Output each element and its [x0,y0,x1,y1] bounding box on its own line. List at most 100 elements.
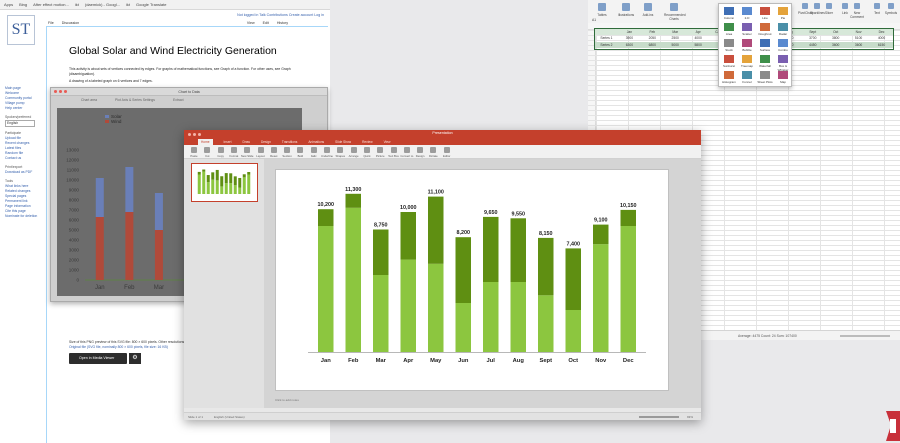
bar-upper-may[interactable] [428,196,444,264]
site-logo[interactable]: ST [7,15,35,45]
ribbon-layout[interactable]: Layout [254,147,268,158]
ribbon-cut[interactable]: Cut [200,147,214,158]
chart-type-funnel[interactable]: Funnel [739,71,755,84]
ribbon-underline[interactable]: Underline [320,147,334,158]
bar-lower-feb[interactable] [345,207,362,352]
bookmark-daemick-googl[interactable]: (daemick) - Googl... [85,2,120,7]
table-cell[interactable]: 5800 [687,42,710,48]
ribbon-add-ins[interactable]: Add-ins [638,3,658,17]
bar-upper-oct[interactable] [565,248,582,310]
chart-type-line[interactable]: Line [757,7,773,20]
bar-lower-oct[interactable] [565,310,582,352]
bar-upper-jan[interactable] [318,209,334,226]
ribbon-format[interactable]: Format [227,147,241,158]
chart-type-histogram[interactable]: Histogram [721,71,737,84]
open-media-viewer-button[interactable]: Open in Media Viewer [69,353,127,364]
notes-placeholder[interactable]: Click to add notes [275,398,675,406]
bar-lower-may[interactable] [428,263,444,352]
table-cell[interactable]: 6800 [641,42,664,48]
slide-canvas[interactable]: 10,200 Jan 11,300 Feb 8,750 Mar 10,000 Apr 11,10… [275,169,669,391]
dialog-tool-plot-axis-series-settings[interactable]: Plot Axis & Series Settings [115,98,155,102]
ribbon-shapes[interactable]: Shapes [333,147,347,158]
zoom-level[interactable]: 93% [687,415,693,419]
chart-type-box-whisker[interactable]: Box & Whisker [775,55,791,72]
ribbon-picture[interactable]: Picture [373,147,387,158]
ribbon-paste[interactable]: Paste [187,147,201,158]
bar-lower-mar[interactable] [373,275,389,352]
chart-type-area[interactable]: Area [721,23,737,36]
table-cell[interactable]: 3600 [824,42,847,48]
table-cell[interactable]: 6150 [870,42,893,48]
bar-upper-jul[interactable] [483,216,499,282]
chart-type-surface[interactable]: Surface [757,39,773,52]
tab-history[interactable]: History [277,21,288,25]
bar-lower-apr[interactable] [400,259,417,352]
table-cell[interactable]: Series 2 [595,42,618,48]
name-box[interactable]: A1 [588,16,628,24]
slide-chart[interactable]: 10,200 Jan 11,300 Feb 8,750 Mar 10,000 Apr 11,10… [276,170,670,392]
chart-type-treemap[interactable]: Treemap [739,55,755,68]
chart-type-column[interactable]: Column [721,7,737,20]
ribbon-text-box[interactable]: Text Box [387,147,401,158]
sidebar-item-contact-us[interactable]: Contact us [5,156,45,161]
bar-upper-dec[interactable] [620,209,637,226]
bar-lower-jun[interactable] [455,303,472,352]
bar-lower-jul[interactable] [483,282,499,352]
minimize-icon[interactable] [59,90,62,93]
chart-type-bubble[interactable]: Bubble [739,39,755,52]
ribbon-new-slide[interactable]: New Slide [240,147,254,158]
ribbon-dictate[interactable]: Dictate [426,147,440,158]
ribbon-illustrations[interactable]: Illustrations [616,3,636,17]
bar-upper-feb[interactable] [345,193,362,208]
ribbon-recommended-charts[interactable]: Recommended Charts [664,3,686,21]
chart-type-sunburst[interactable]: Sunburst [721,55,737,68]
bookmark-after-effect-motion[interactable]: After effect motion... [33,2,69,7]
chart-type-radar[interactable]: Radar [775,23,791,36]
maximize-icon[interactable] [64,90,67,93]
sidebar-item-help-center[interactable]: Help center [5,106,45,111]
ribbon-italic[interactable]: Italic [307,147,321,158]
ribbon-slicer[interactable]: Slicer [822,3,836,15]
ribbon-copy[interactable]: Copy [214,147,228,158]
chart-type-stock[interactable]: Stock [721,39,737,52]
zoom-slider[interactable] [840,335,890,337]
sidebar-item-nominate-for-deletion[interactable]: Nominate for deletion [5,214,45,219]
bar-upper-mar[interactable] [373,229,389,276]
bookmark-bing[interactable]: Bing [19,2,27,7]
ribbon-editor[interactable]: Editor [440,147,454,158]
table-cell[interactable]: 6300 [618,42,641,48]
chart-type-pie[interactable]: Pie [775,7,791,20]
slide-thumbnail-1[interactable] [191,163,258,202]
gear-icon[interactable]: ⚙ [129,353,141,364]
chart-type-combo[interactable]: Combo [775,39,791,52]
bar-lower-nov[interactable] [593,244,609,352]
ribbon-symbols[interactable]: Symbols [884,3,898,15]
bookmark-apps[interactable]: Apps [4,2,13,7]
ribbon-text[interactable]: Text [870,3,884,15]
bar-lower-dec[interactable] [620,226,637,352]
chart-type-map[interactable]: Map [775,71,791,84]
user-links[interactable]: Not logged in Talk Contributions Create … [237,13,324,17]
chart-type-scatter[interactable]: Scatter [739,23,755,36]
close-icon[interactable] [54,90,57,93]
bar-lower-jan[interactable] [318,226,334,352]
chart-type-2-d[interactable]: 2-D [739,7,755,20]
bar-lower-sept[interactable] [538,295,554,352]
bar-upper-aug[interactable] [510,218,527,282]
chart-type-waterfall[interactable]: Waterfall [757,55,773,68]
ribbon-arrange[interactable]: Arrange [347,147,361,158]
ribbon-tables[interactable]: Tables [592,3,612,17]
language-select[interactable]: English [5,120,35,127]
tab-edit[interactable]: Edit [263,21,269,25]
ribbon-bold[interactable]: Bold [293,147,307,158]
zoom-slider[interactable] [639,416,679,418]
tab-view[interactable]: View [247,21,255,25]
table-cell[interactable]: 3600 [847,42,870,48]
bookmark-ikt[interactable]: ikt [126,2,130,7]
bar-upper-apr[interactable] [400,212,417,260]
ribbon-section[interactable]: Section [280,147,294,158]
bar-upper-sept[interactable] [538,237,554,296]
table-cell[interactable]: 5000 [664,42,687,48]
chart-type-doughnut[interactable]: Doughnut [757,23,773,36]
sidebar-item-download-as-pdf[interactable]: Download as PDF [5,170,45,175]
